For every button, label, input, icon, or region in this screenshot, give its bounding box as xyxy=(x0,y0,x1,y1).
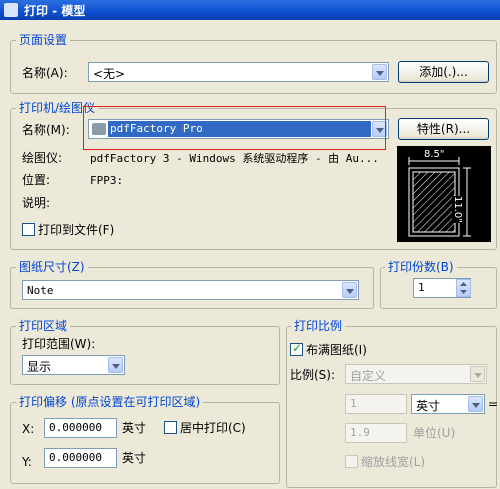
plot-range-label: 打印范围(W): xyxy=(22,337,96,351)
paper-width-label: 8.5" xyxy=(423,149,446,160)
fit-to-paper-checkbox[interactable] xyxy=(290,341,303,356)
page-setup-name-label: 名称(A): xyxy=(22,66,68,80)
scale-lineweights-label: 缩放线宽(L) xyxy=(361,455,426,469)
scale-dropdown[interactable]: 自定义 xyxy=(345,364,487,384)
center-plot-checkbox[interactable] xyxy=(164,421,177,434)
plot-scale-group-label: 打印比例 xyxy=(291,319,346,333)
offset-y-unit: 英寸 xyxy=(122,451,147,465)
offset-y-label: Y: xyxy=(22,455,32,469)
scale-lineweights-checkbox[interactable] xyxy=(345,455,358,468)
description-label: 说明: xyxy=(22,196,51,210)
copies-group-label: 打印份数(B) xyxy=(385,260,457,274)
center-plot-label: 居中打印(C) xyxy=(180,421,246,435)
chevron-down-icon[interactable] xyxy=(468,396,483,412)
equals-sign: = xyxy=(488,397,499,411)
offset-x-label: X: xyxy=(22,422,35,436)
printer-name-label: 名称(M): xyxy=(22,123,70,137)
paper-preview-drawing xyxy=(408,157,471,237)
plotter-label: 绘图仪: xyxy=(22,151,63,165)
chevron-down-icon[interactable] xyxy=(470,366,485,382)
unit1-value: 英寸 xyxy=(416,399,441,413)
title-bar: 打印 - 模型 xyxy=(0,0,500,20)
scale-value2-input[interactable]: 1.9 xyxy=(345,423,407,443)
page-setup-group-label: 页面设置 xyxy=(16,33,71,47)
paper-size-dropdown[interactable]: Note xyxy=(22,280,359,300)
unit2-label: 单位(U) xyxy=(413,426,456,440)
plot-range-dropdown[interactable]: 显示 xyxy=(22,355,125,375)
printer-properties-button[interactable]: 特性(R)... xyxy=(398,118,489,140)
chevron-down-icon[interactable] xyxy=(372,64,387,80)
app-icon xyxy=(4,3,18,17)
scale-value1-input[interactable]: 1 xyxy=(345,394,407,414)
plot-offset-group xyxy=(10,402,280,484)
offset-x-input[interactable]: 0.000000 xyxy=(44,418,117,438)
add-button[interactable]: 添加(.)... xyxy=(398,61,489,83)
page-setup-name-dropdown[interactable]: <无> xyxy=(88,62,389,82)
plotter-value: pdfFactory 3 - Windows 系统驱动程序 - 由 Au... xyxy=(90,152,379,165)
highlight-box xyxy=(83,106,386,150)
paper-size-value: Note xyxy=(27,284,54,297)
plot-range-value: 显示 xyxy=(27,360,52,374)
chevron-down-icon[interactable] xyxy=(108,357,123,373)
scale-label: 比例(S): xyxy=(290,368,336,382)
scale-value: 自定义 xyxy=(350,369,387,383)
location-label: 位置: xyxy=(22,173,51,187)
offset-y-input[interactable]: 0.000000 xyxy=(44,448,117,468)
plot-offset-group-label: 打印偏移 (原点设置在可打印区域) xyxy=(16,395,204,409)
location-value: FPP3: xyxy=(90,174,124,187)
unit1-dropdown[interactable]: 英寸 xyxy=(411,394,485,414)
page-setup-name-value: <无> xyxy=(93,67,126,81)
paper-height-label: 11.0" xyxy=(452,196,463,223)
print-to-file-label: 打印到文件(F) xyxy=(38,223,115,237)
print-to-file-checkbox[interactable] xyxy=(22,223,35,236)
fit-to-paper-label: 布满图纸(I) xyxy=(306,343,367,357)
copies-spinner[interactable] xyxy=(456,279,471,297)
window-title: 打印 - 模型 xyxy=(24,4,86,18)
spinner-arrows-icon xyxy=(460,282,467,294)
chevron-down-icon[interactable] xyxy=(342,282,357,298)
paper-size-group-label: 图纸尺寸(Z) xyxy=(16,260,88,274)
plot-area-group-label: 打印区域 xyxy=(16,319,71,333)
offset-x-unit: 英寸 xyxy=(122,421,147,435)
paper-preview: 8.5" 11.0" xyxy=(397,146,491,242)
